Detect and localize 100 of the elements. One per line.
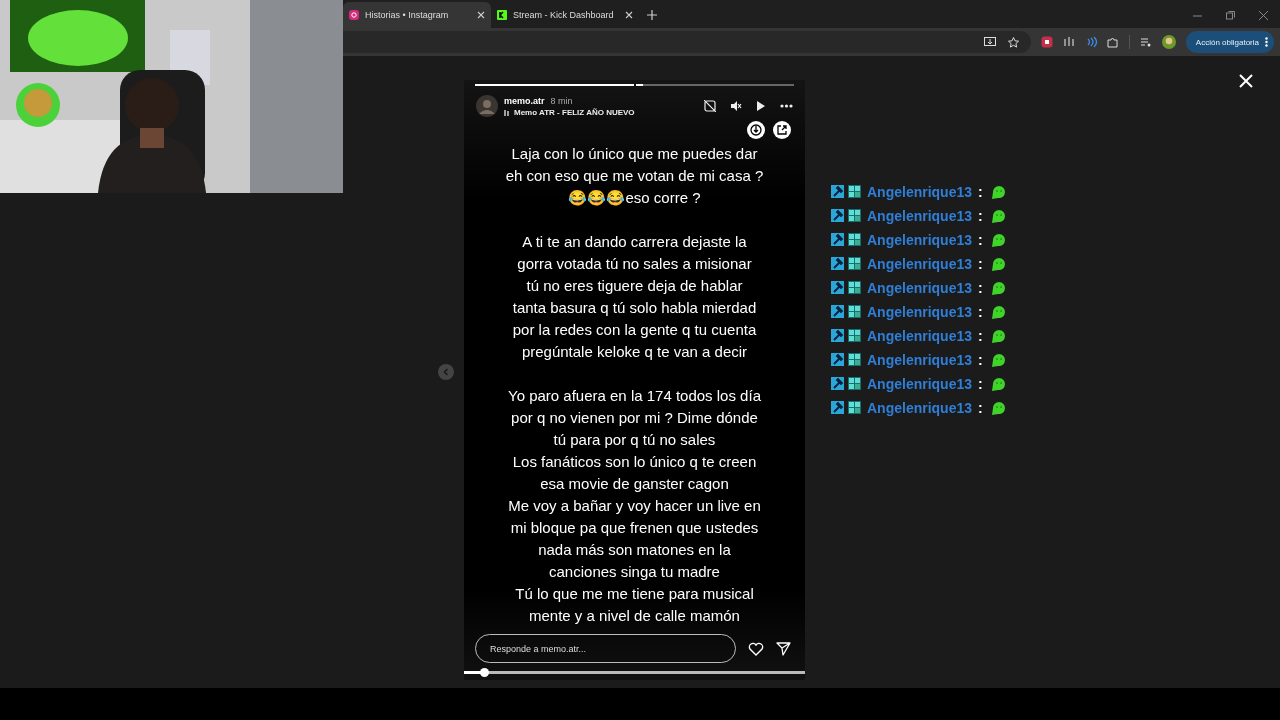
star-icon[interactable] [1007, 36, 1019, 48]
story-text-line: eh con eso que me votan de mi casa ? [505, 166, 764, 186]
chat-username[interactable]: Angelenrique13 [867, 327, 973, 344]
blob-emote-icon [990, 352, 1006, 367]
share-icon[interactable] [773, 121, 791, 139]
story-username[interactable]: memo.atr [504, 95, 545, 106]
story-text-line: 😂😂😂eso corre ? [568, 188, 701, 208]
story-text-line: gorra votada tú no sales a misionar [517, 254, 752, 274]
blob-emote-icon [990, 184, 1006, 199]
hammer-badge-icon [831, 257, 844, 270]
subscriber-badge-icon [848, 401, 861, 414]
subscriber-badge-icon [848, 233, 861, 246]
blob-emote-icon [990, 232, 1006, 247]
chat-separator: : [978, 231, 983, 248]
story-text-line: Yo paro afuera en la 174 todos los día [508, 386, 761, 406]
blob-emote-icon [990, 280, 1006, 295]
action-button[interactable]: Acción obligatoria [1185, 31, 1274, 53]
close-icon[interactable] [625, 11, 633, 19]
blob-emote-icon [990, 376, 1006, 391]
reply-field[interactable]: Responde a memo.atr... [475, 634, 736, 663]
story-text-line: Tú lo que me me tiene para musical [515, 584, 754, 604]
mute-icon[interactable] [730, 100, 742, 112]
new-tab-icon[interactable] [647, 10, 657, 20]
subscriber-badge-icon [848, 377, 861, 390]
subscriber-badge-icon [848, 353, 861, 366]
media-control-icon[interactable] [1139, 36, 1152, 48]
blob-emote-icon [990, 256, 1006, 271]
hammer-badge-icon [831, 401, 844, 414]
blob-emote-icon [990, 400, 1006, 415]
story-text-line: Los fanáticos son lo único q te creen [512, 452, 757, 472]
blob-emote-icon [990, 328, 1006, 343]
download-icon[interactable] [747, 121, 765, 139]
browser-tab[interactable]: Historias • Instagram [343, 2, 491, 28]
subscriber-badge-icon [848, 281, 861, 294]
subscriber-badge-icon [848, 257, 861, 270]
song-title[interactable]: Memo ATR - FELIZ AÑO NUEVO [514, 107, 635, 117]
chat-username[interactable]: Angelenrique13 [867, 279, 973, 296]
music-bars-icon [504, 108, 510, 116]
story-text-line: esa movie de ganster cagon [540, 474, 729, 494]
subscriber-badge-icon [848, 209, 861, 222]
camera-logo-icon [349, 10, 359, 20]
chat-username[interactable]: Angelenrique13 [867, 351, 973, 368]
story-time: 8 min [550, 95, 573, 106]
chat-username[interactable]: Angelenrique13 [867, 207, 973, 224]
subscriber-badge-icon [848, 185, 861, 198]
story-text-line: A ti te an dando carrera dejaste la [522, 232, 747, 252]
no-screen-icon[interactable] [704, 100, 716, 112]
more-icon[interactable] [780, 104, 793, 108]
hammer-badge-icon [831, 353, 844, 366]
story-text-line: por q no vienen por mi ? Dime dónde [511, 408, 758, 428]
chat-username[interactable]: Angelenrique13 [867, 255, 973, 272]
hammer-badge-icon [831, 209, 844, 222]
send-icon[interactable] [776, 641, 791, 656]
signal-bars-icon[interactable] [1062, 36, 1075, 48]
story-text-line: mente y a nivel de calle mamón [529, 606, 740, 626]
story-text-line: canciones singa tu madre [549, 562, 720, 582]
puzzle-icon[interactable] [1106, 36, 1119, 48]
chat-separator: : [978, 303, 983, 320]
subscriber-badge-icon [848, 305, 861, 318]
chat-separator: : [978, 183, 983, 200]
story-text-line: tú no eres tiguere deja de hablar [526, 276, 743, 296]
chat-separator: : [978, 399, 983, 416]
story-text-line: tanta basura q tú solo habla mierdad [512, 298, 757, 318]
install-app-icon[interactable] [983, 36, 996, 48]
hammer-badge-icon [831, 377, 844, 390]
chat-username[interactable]: Angelenrique13 [867, 303, 973, 320]
story-text-line: Me voy a bañar y voy hacer un live en [508, 496, 761, 516]
story-text-line: tú para por q tú no sales [553, 430, 716, 450]
chat-username[interactable]: Angelenrique13 [867, 231, 973, 248]
chat-separator: : [978, 351, 983, 368]
story-text-line: Laja con lo único que me puedes dar [511, 144, 758, 164]
hammer-badge-icon [831, 233, 844, 246]
hammer-badge-icon [831, 329, 844, 342]
hammer-badge-icon [831, 185, 844, 198]
restore-icon[interactable] [1226, 11, 1235, 20]
avatar-icon [476, 95, 498, 117]
close-icon[interactable] [477, 11, 485, 19]
kebab-menu-icon[interactable] [1265, 37, 1268, 47]
extension-icon[interactable] [1040, 36, 1053, 48]
profile-avatar-icon[interactable] [1161, 35, 1176, 49]
k-logo-icon [497, 10, 507, 20]
hammer-badge-icon [831, 281, 844, 294]
story-text-line: mi bloque pa que frenen que ustedes [510, 518, 759, 538]
story-text-line: nada más son matones en la [538, 540, 731, 560]
blob-emote-icon [990, 208, 1006, 223]
chat-username[interactable]: Angelenrique13 [867, 375, 973, 392]
chat-separator: : [978, 327, 983, 344]
play-icon[interactable] [756, 100, 766, 112]
chat-separator: : [978, 255, 983, 272]
chat-separator: : [978, 279, 983, 296]
chat-username[interactable]: Angelenrique13 [867, 399, 973, 416]
scrubber-handle[interactable] [480, 668, 490, 677]
heart-icon[interactable] [748, 641, 764, 656]
hammer-badge-icon [831, 305, 844, 318]
story-text-line: pregúntale keloke q te van a decir [521, 342, 748, 362]
subscriber-badge-icon [848, 329, 861, 342]
blob-emote-icon [990, 304, 1006, 319]
chat-username[interactable]: Angelenrique13 [867, 183, 973, 200]
chat-separator: : [978, 207, 983, 224]
browser-tab[interactable]: Stream - Kick Dashboard [491, 2, 639, 28]
